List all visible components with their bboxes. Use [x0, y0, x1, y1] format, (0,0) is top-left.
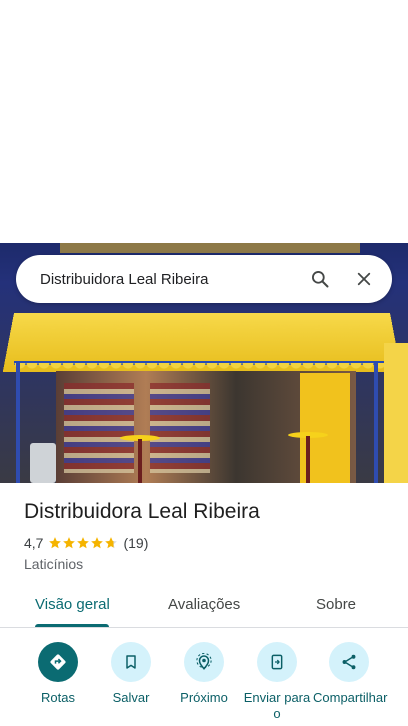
action-bar: Rotas Salvar Próximo Enviar para o Compa… — [0, 642, 408, 726]
star-icon — [63, 537, 76, 549]
directions-label: Rotas — [41, 690, 75, 705]
send-to-phone-label: Enviar para o — [243, 690, 311, 721]
share-label: Compartilhar — [313, 690, 388, 705]
rating-value: 4,7 — [24, 535, 44, 551]
close-icon[interactable] — [344, 259, 384, 299]
star-icon — [91, 537, 104, 549]
save-button[interactable]: Salvar — [95, 642, 167, 706]
star-icon — [105, 537, 118, 549]
tab-about[interactable]: Sobre — [316, 596, 356, 613]
directions-button[interactable]: Rotas — [22, 642, 94, 706]
rating-stars — [48, 536, 118, 550]
nearby-label: Próximo — [180, 690, 228, 705]
directions-icon — [38, 642, 78, 682]
nearby-icon — [184, 642, 224, 682]
share-icon — [329, 642, 369, 682]
active-tab-indicator — [35, 624, 109, 627]
place-category: Laticínios — [24, 556, 84, 572]
send-to-phone-icon — [257, 642, 297, 682]
bookmark-icon — [111, 642, 151, 682]
map-blank-area — [0, 0, 408, 243]
search-input[interactable]: Distribuidora Leal Ribeira — [40, 271, 300, 288]
tab-reviews[interactable]: Avaliações — [168, 596, 240, 613]
star-icon — [49, 537, 62, 549]
share-button[interactable]: Compartilhar — [313, 642, 388, 706]
tab-bar: Visão geral Avaliações Sobre — [0, 586, 408, 628]
send-to-phone-button[interactable]: Enviar para o — [241, 642, 313, 722]
save-label: Salvar — [112, 690, 150, 705]
search-bar[interactable]: Distribuidora Leal Ribeira — [16, 255, 392, 303]
star-icon — [77, 537, 90, 549]
place-title: Distribuidora Leal Ribeira — [24, 500, 260, 523]
tab-overview[interactable]: Visão geral — [35, 596, 110, 613]
rating-row[interactable]: 4,7 (19) — [24, 535, 148, 551]
nearby-button[interactable]: Próximo — [168, 642, 240, 706]
review-count: (19) — [123, 535, 149, 551]
search-icon[interactable] — [300, 259, 340, 299]
